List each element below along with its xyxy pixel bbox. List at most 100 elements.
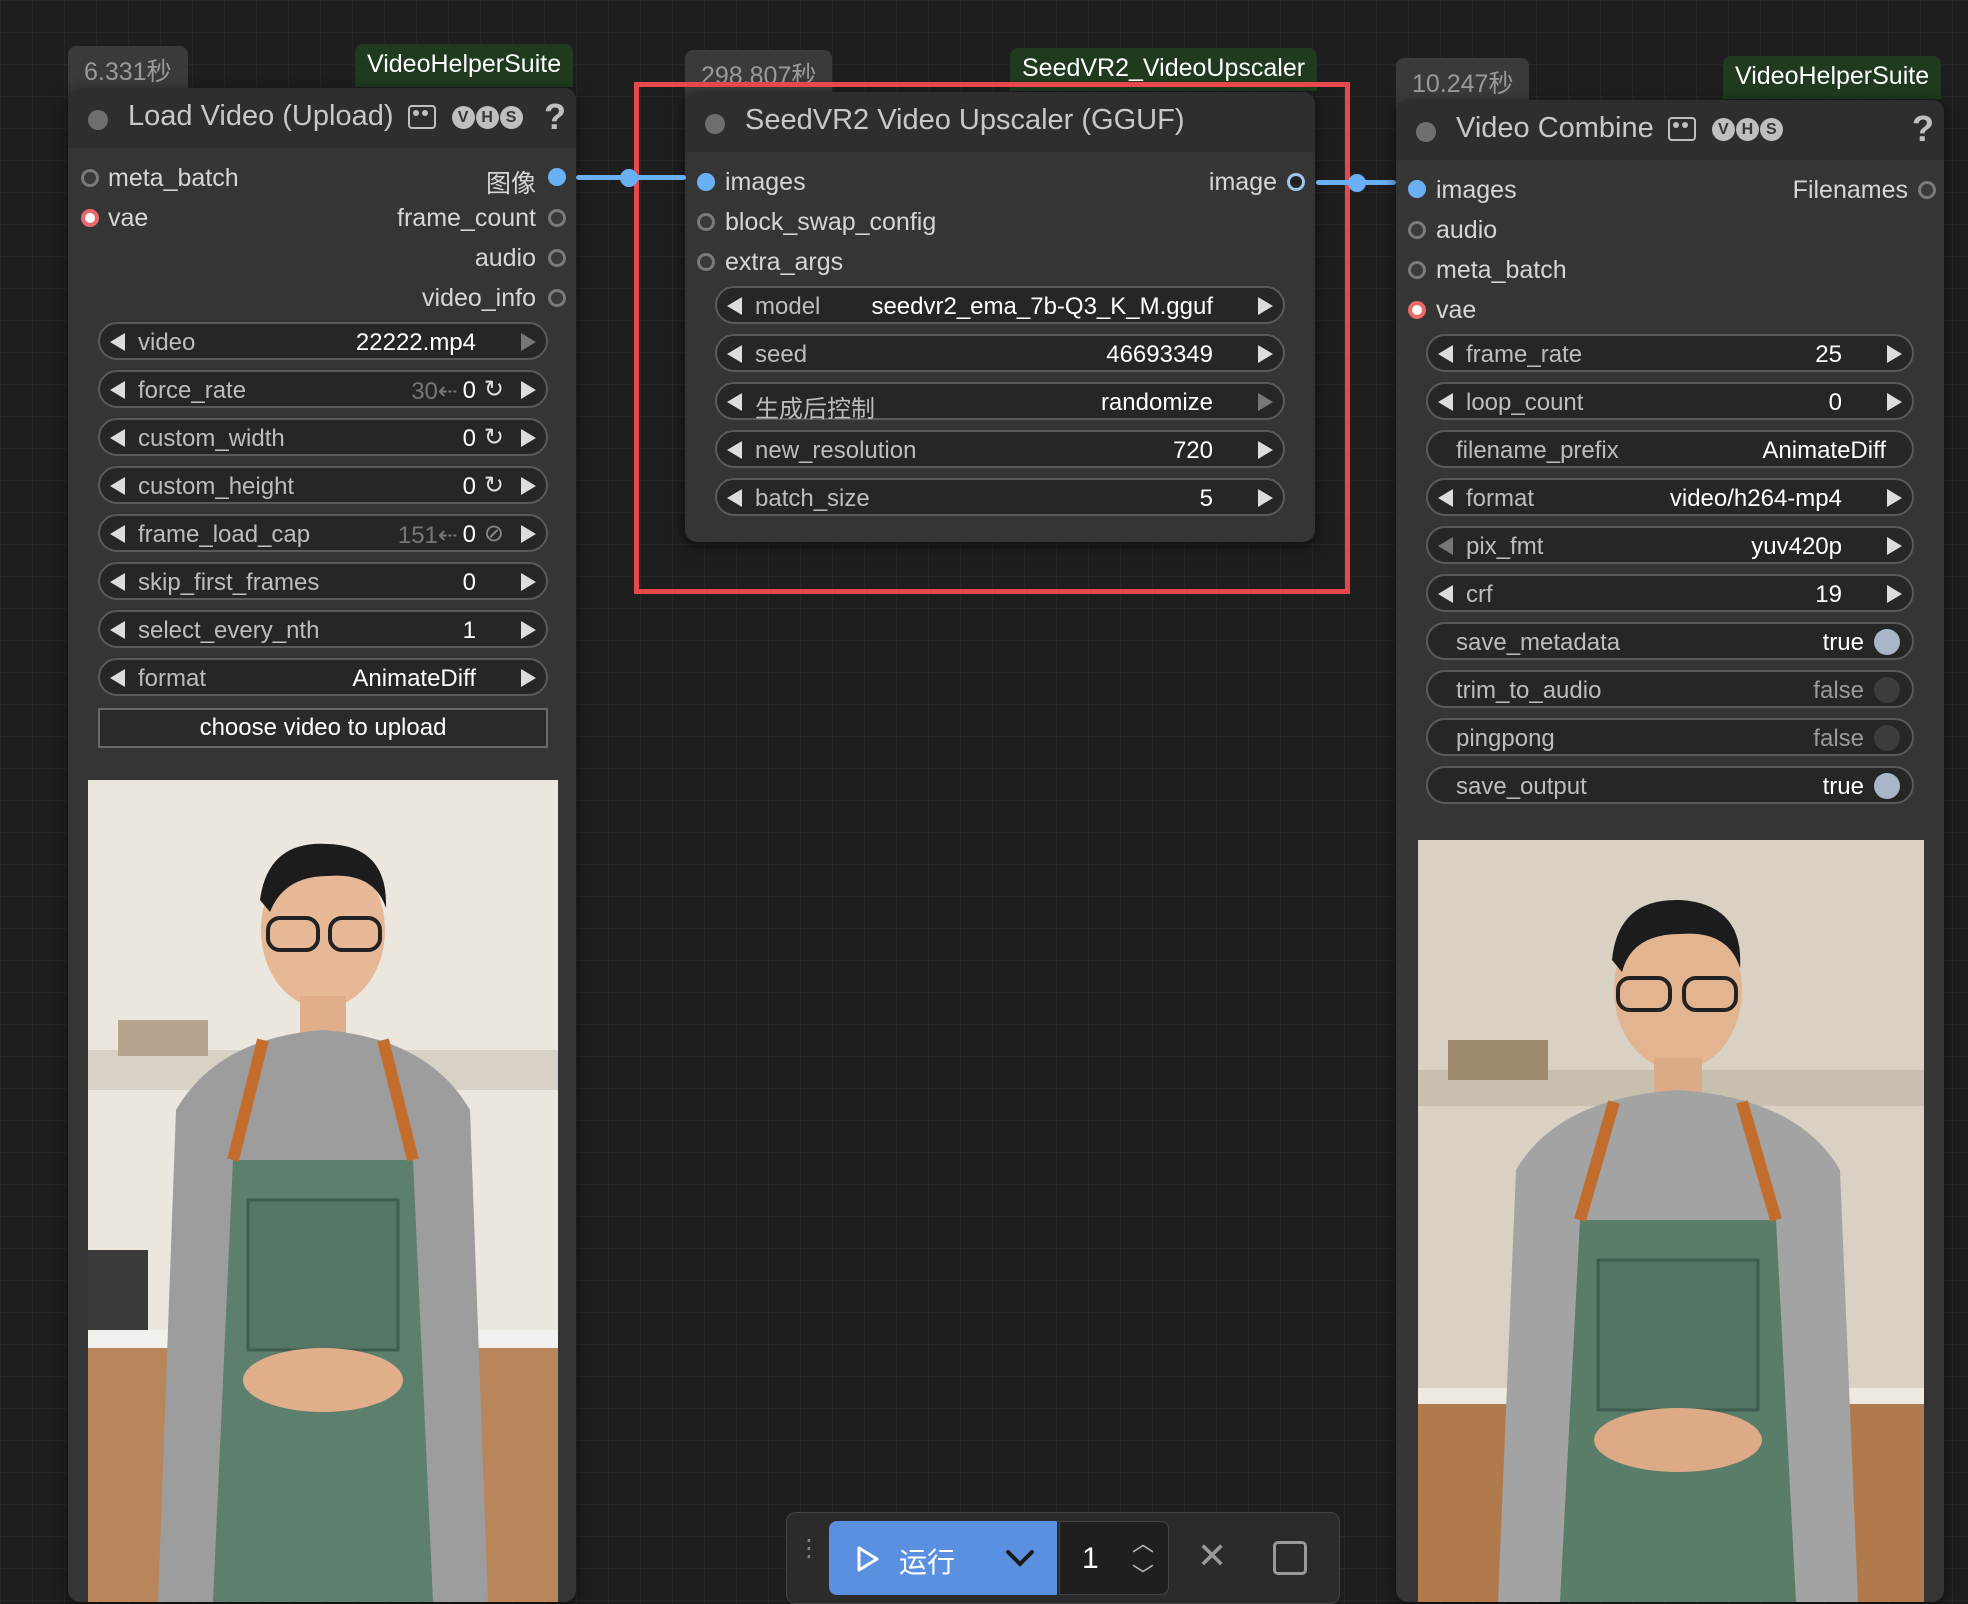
increment-arrow-icon[interactable] — [521, 429, 536, 447]
decrement-arrow-icon[interactable] — [110, 669, 125, 687]
output-slot-dot-icon[interactable] — [548, 209, 566, 227]
input-images: images — [1436, 176, 1517, 204]
increment-arrow-icon[interactable] — [521, 669, 536, 687]
input-slot-dot-icon[interactable] — [1408, 221, 1426, 239]
chevron-down-icon[interactable]: ﹀ — [1132, 1558, 1154, 1590]
pix-fmt-select[interactable]: pix_fmt yuv420p — [1426, 526, 1914, 564]
save-output-toggle[interactable]: save_output true — [1426, 766, 1914, 804]
input-slot-dot-icon[interactable] — [81, 209, 99, 227]
output-slot-dot-icon[interactable] — [548, 289, 566, 307]
decrement-arrow-icon[interactable] — [110, 621, 125, 639]
decrement-arrow-icon[interactable] — [1438, 393, 1453, 411]
increment-arrow-icon[interactable] — [1887, 537, 1902, 555]
output-slot-dot-icon[interactable] — [548, 168, 566, 186]
input-meta-batch: meta_batch — [1436, 256, 1567, 284]
decrement-arrow-icon[interactable] — [1438, 345, 1453, 363]
video-select[interactable]: video 22222.mp4 — [98, 322, 548, 360]
skip-first-frames-number[interactable]: skip_first_frames 0 — [98, 562, 548, 600]
decrement-arrow-icon[interactable] — [1438, 585, 1453, 603]
collapse-dot-icon[interactable] — [1416, 122, 1436, 142]
increment-arrow-icon[interactable] — [521, 525, 536, 543]
video-combine-header[interactable]: Video Combine VHS ? — [1396, 100, 1944, 160]
cancel-icon[interactable]: ✕ — [1197, 1535, 1227, 1577]
video-preview — [88, 780, 558, 1602]
wire-midpoint-dot — [1348, 174, 1366, 192]
output-slot-dot-icon[interactable] — [548, 249, 566, 267]
frame-load-cap-number[interactable]: frame_load_cap 151⇠ 0 ⊘ — [98, 514, 548, 552]
input-meta-batch: meta_batch — [108, 164, 239, 192]
input-vae: vae — [1436, 296, 1477, 324]
highlight-box — [634, 82, 1350, 594]
input-slot-dot-icon[interactable] — [81, 169, 99, 187]
crf-number[interactable]: crf 19 — [1426, 574, 1914, 612]
toggle-knob-icon[interactable] — [1874, 773, 1900, 799]
disabled-icon[interactable]: ⊘ — [484, 519, 504, 548]
decrement-arrow-icon[interactable] — [110, 333, 125, 351]
run-button[interactable]: 运行 — [829, 1521, 1057, 1595]
output-filenames: Filenames — [1792, 176, 1908, 204]
input-slot-dot-icon[interactable] — [1408, 261, 1426, 279]
output-audio: audio — [474, 244, 536, 272]
increment-arrow-icon[interactable] — [1887, 585, 1902, 603]
increment-arrow-icon[interactable] — [1887, 393, 1902, 411]
combine-suite-badge: VideoHelperSuite — [1723, 56, 1942, 99]
vhs-logo-icon: VHS — [1711, 117, 1783, 141]
force-rate-number[interactable]: force_rate 30⇠ 0 ↻ — [98, 370, 548, 408]
load-video-node[interactable]: Load Video (Upload) VHS ? meta_batch vae… — [68, 88, 576, 1602]
input-slot-dot-icon[interactable] — [1408, 180, 1426, 198]
load-video-header[interactable]: Load Video (Upload) VHS ? — [68, 88, 576, 148]
film-icon — [407, 105, 436, 130]
increment-arrow-icon[interactable] — [521, 477, 536, 495]
reset-icon[interactable]: ↻ — [484, 423, 504, 452]
help-icon[interactable]: ? — [544, 96, 566, 138]
increment-arrow-icon[interactable] — [1887, 345, 1902, 363]
decrement-arrow-icon[interactable] — [1438, 489, 1453, 507]
toggle-knob-icon[interactable] — [1874, 677, 1900, 703]
toggle-knob-icon[interactable] — [1874, 725, 1900, 751]
help-icon[interactable]: ? — [1912, 108, 1934, 150]
custom-height-number[interactable]: custom_height 0 ↻ — [98, 466, 548, 504]
load-video-suite-badge: VideoHelperSuite — [355, 44, 574, 87]
increment-arrow-icon[interactable] — [521, 573, 536, 591]
node-title: Load Video (Upload) — [128, 100, 394, 132]
output-image: 图像 — [485, 170, 536, 198]
frame-rate-number[interactable]: frame_rate 25 — [1426, 334, 1914, 372]
filename-prefix-text[interactable]: filename_prefix AnimateDiff — [1426, 430, 1914, 468]
choose-video-button[interactable]: choose video to upload — [98, 708, 548, 748]
pingpong-toggle[interactable]: pingpong false — [1426, 718, 1914, 756]
decrement-arrow-icon[interactable] — [1438, 537, 1453, 555]
save-metadata-toggle[interactable]: save_metadata true — [1426, 622, 1914, 660]
stop-icon[interactable] — [1273, 1541, 1307, 1575]
reset-icon[interactable]: ↻ — [484, 471, 504, 500]
decrement-arrow-icon[interactable] — [110, 477, 125, 495]
output-video-info: video_info — [422, 284, 536, 312]
increment-arrow-icon[interactable] — [1887, 489, 1902, 507]
node-title: Video Combine — [1456, 112, 1654, 144]
chevron-up-icon[interactable]: ︿ — [1132, 1526, 1154, 1558]
reset-icon[interactable]: ↻ — [484, 375, 504, 404]
decrement-arrow-icon[interactable] — [110, 525, 125, 543]
decrement-arrow-icon[interactable] — [110, 573, 125, 591]
toggle-knob-icon[interactable] — [1874, 629, 1900, 655]
decrement-arrow-icon[interactable] — [110, 429, 125, 447]
chevron-down-icon[interactable] — [1005, 1549, 1035, 1567]
collapse-dot-icon[interactable] — [88, 110, 108, 130]
format-select[interactable]: format video/h264-mp4 — [1426, 478, 1914, 516]
increment-arrow-icon[interactable] — [521, 381, 536, 399]
trim-to-audio-toggle[interactable]: trim_to_audio false — [1426, 670, 1914, 708]
decrement-arrow-icon[interactable] — [110, 381, 125, 399]
loop-count-number[interactable]: loop_count 0 — [1426, 382, 1914, 420]
video-combine-node[interactable]: Video Combine VHS ? images audio meta_ba… — [1396, 100, 1944, 1602]
format-select[interactable]: format AnimateDiff — [98, 658, 548, 696]
input-audio: audio — [1436, 216, 1498, 244]
play-icon — [857, 1546, 879, 1572]
run-label: 运行 — [899, 1547, 956, 1578]
output-slot-dot-icon[interactable] — [1918, 181, 1936, 199]
custom-width-number[interactable]: custom_width 0 ↻ — [98, 418, 548, 456]
input-slot-dot-icon[interactable] — [1408, 301, 1426, 319]
batch-count-stepper[interactable]: 1 ︿ ﹀ — [1059, 1521, 1169, 1595]
increment-arrow-icon[interactable] — [521, 333, 536, 351]
input-vae: vae — [108, 204, 149, 232]
increment-arrow-icon[interactable] — [521, 621, 536, 639]
select-every-nth-number[interactable]: select_every_nth 1 — [98, 610, 548, 648]
